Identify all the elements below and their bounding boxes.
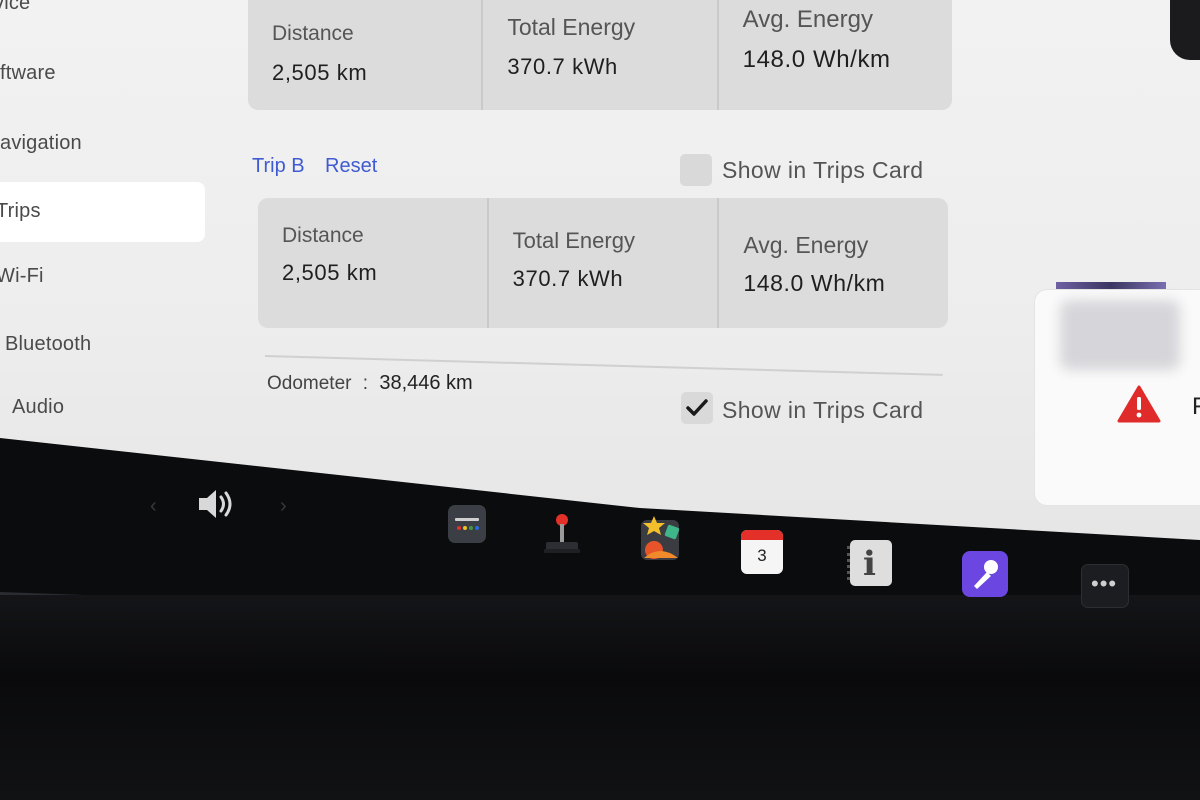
trip-b-total-energy: Total Energy 370.7 kWh: [489, 198, 720, 328]
taskbar: ‹ › 3 i •••: [0, 440, 1200, 620]
odometer-separator: :: [362, 373, 369, 394]
stat-label: Avg. Energy: [743, 232, 869, 258]
checkmark-icon: [686, 399, 708, 416]
trip-b-show-in-trips-card-label: Show in Trips Card: [722, 157, 924, 183]
sidebar-item-trips[interactable]: Trips: [0, 182, 205, 242]
odometer-show-in-trips-card-label: Show in Trips Card: [722, 397, 924, 423]
sidebar-item-label: Wi-Fi: [0, 265, 44, 287]
manual-spine: [847, 546, 855, 580]
theater-icon[interactable]: [638, 514, 684, 564]
trip-a-distance: Distance 2,505 km: [248, 0, 484, 110]
trip-b-reset-button[interactable]: Reset: [325, 155, 377, 178]
trip-b-title: Trip B: [252, 155, 305, 177]
stat-label: Distance: [272, 22, 354, 45]
sidebar-item-label: avigation: [0, 132, 82, 154]
karaoke-mic-icon[interactable]: [961, 550, 1009, 598]
sidebar-item-service[interactable]: vice: [0, 0, 30, 15]
sidebar-item-wifi[interactable]: Wi-Fi: [0, 265, 44, 288]
calendar-icon[interactable]: 3: [741, 530, 783, 574]
chevron-left-icon[interactable]: ‹: [150, 495, 157, 518]
stat-value: 148.0 Wh/km: [743, 270, 886, 296]
sidebar-item-label: Bluetooth: [5, 333, 92, 355]
stat-value: 370.7 kWh: [507, 54, 618, 79]
bezel: [0, 595, 1200, 800]
odometer-label: Odometer: [267, 373, 352, 394]
odometer-show-in-trips-card-checkbox[interactable]: [681, 392, 713, 424]
stat-label: Distance: [282, 224, 364, 247]
trip-a-avg-energy: Avg. Energy 148.0 Wh/km: [719, 0, 952, 110]
toybox-icon[interactable]: [447, 504, 487, 544]
trip-b-distance: Distance 2,505 km: [258, 198, 489, 328]
odometer-row: Odometer : 38,446 km: [267, 372, 473, 395]
odometer-value: 38,446 km: [379, 372, 473, 394]
trip-a-total-energy: Total Energy 370.7 kWh: [483, 0, 719, 110]
stat-label: Total Energy: [512, 228, 635, 253]
trip-b-stats-card: Distance 2,505 km Total Energy 370.7 kWh…: [258, 198, 948, 328]
sidebar-item-software[interactable]: ftware: [0, 62, 56, 85]
chevron-right-icon[interactable]: ›: [280, 495, 287, 518]
trip-b-show-in-trips-card-checkbox[interactable]: [680, 154, 712, 186]
sidebar-item-label: Audio: [12, 396, 65, 418]
sidebar-item-label: vice: [0, 0, 31, 14]
alert-text: F: [1192, 393, 1200, 420]
more-dots-icon[interactable]: •••: [1081, 564, 1129, 608]
calendar-header: [741, 530, 783, 540]
manual-info-glyph: i: [863, 544, 876, 584]
sidebar-item-label: Trips: [0, 200, 41, 222]
stat-value: 2,505 km: [272, 60, 368, 85]
stat-value: 148.0 Wh/km: [742, 46, 891, 73]
stat-label: Avg. Energy: [742, 6, 873, 33]
trip-a-stats-card: Distance 2,505 km Total Energy 370.7 kWh…: [248, 0, 952, 110]
sidebar-item-navigation[interactable]: avigation: [0, 132, 82, 155]
manual-info-icon[interactable]: i: [847, 540, 892, 586]
stat-label: Total Energy: [507, 14, 636, 40]
sidebar-item-bluetooth[interactable]: Bluetooth: [5, 333, 91, 356]
arcade-joystick-icon[interactable]: [540, 510, 584, 556]
sidebar-item-label: ftware: [0, 62, 56, 84]
volume-icon[interactable]: [196, 486, 240, 522]
trip-b-avg-energy: Avg. Energy 148.0 Wh/km: [719, 198, 948, 328]
blurred-content: [1060, 300, 1180, 370]
mirror-mount: [1170, 0, 1200, 60]
sidebar-item-audio[interactable]: Audio: [12, 396, 64, 419]
calendar-day: 3: [757, 546, 767, 565]
warning-triangle-icon: [1117, 385, 1161, 423]
more-dots-glyph: •••: [1091, 571, 1118, 596]
stat-value: 370.7 kWh: [512, 266, 624, 291]
stat-value: 2,505 km: [282, 260, 378, 285]
